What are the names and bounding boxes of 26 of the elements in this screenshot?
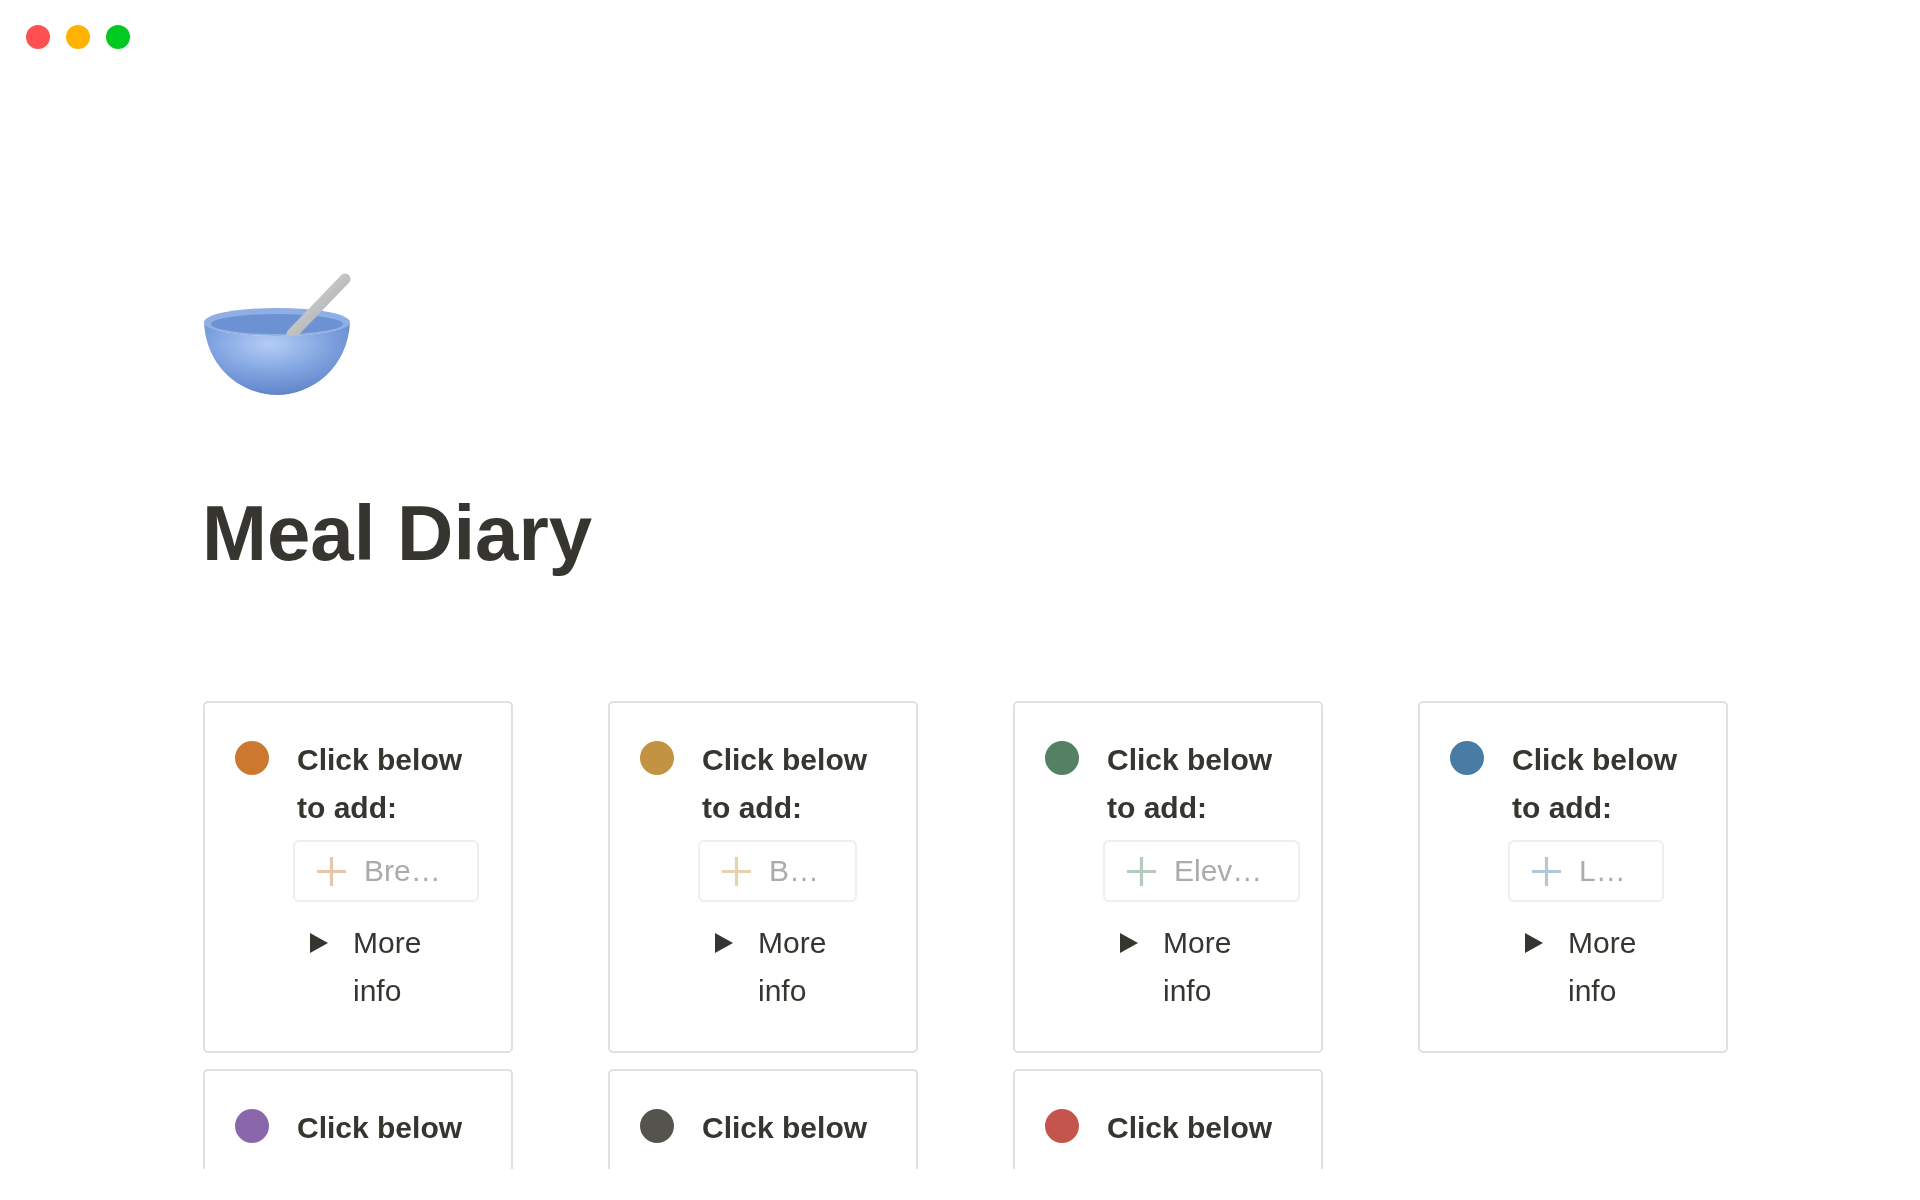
- toggle-triangle-icon[interactable]: [1120, 933, 1138, 953]
- plus-icon: [1532, 856, 1561, 886]
- card-heading: Click below to add:: [297, 742, 464, 826]
- toggle-triangle-icon[interactable]: [310, 933, 328, 953]
- card-heading: Click below: [1107, 1110, 1274, 1146]
- toggle-text: More info: [353, 925, 422, 1009]
- card-heading: Click below: [297, 1110, 464, 1146]
- toggle-triangle-icon[interactable]: [1525, 933, 1543, 953]
- card-heading: Click below: [702, 1110, 869, 1146]
- plus-icon: [1127, 856, 1156, 886]
- add-entry-button[interactable]: L…: [1508, 840, 1664, 902]
- page-title: Meal Diary: [202, 488, 593, 579]
- add-entry-button[interactable]: Elev…: [1103, 840, 1301, 902]
- card-heading: Click below to add:: [702, 742, 869, 826]
- card-heading: Click below to add:: [1107, 742, 1274, 826]
- toggle-text: More info: [1163, 925, 1232, 1009]
- toggle-triangle-icon[interactable]: [715, 933, 733, 953]
- bowl-with-spoon-icon: [202, 272, 352, 397]
- plus-icon: [317, 856, 346, 886]
- add-entry-button[interactable]: Bre…: [293, 840, 479, 902]
- add-entry-button[interactable]: B…: [698, 840, 857, 902]
- toggle-text: More info: [1568, 925, 1637, 1009]
- close-window-icon[interactable]: [26, 25, 50, 49]
- card-heading: Click below to add:: [1512, 742, 1679, 826]
- plus-icon: [722, 856, 751, 886]
- toggle-text: More info: [758, 925, 827, 1009]
